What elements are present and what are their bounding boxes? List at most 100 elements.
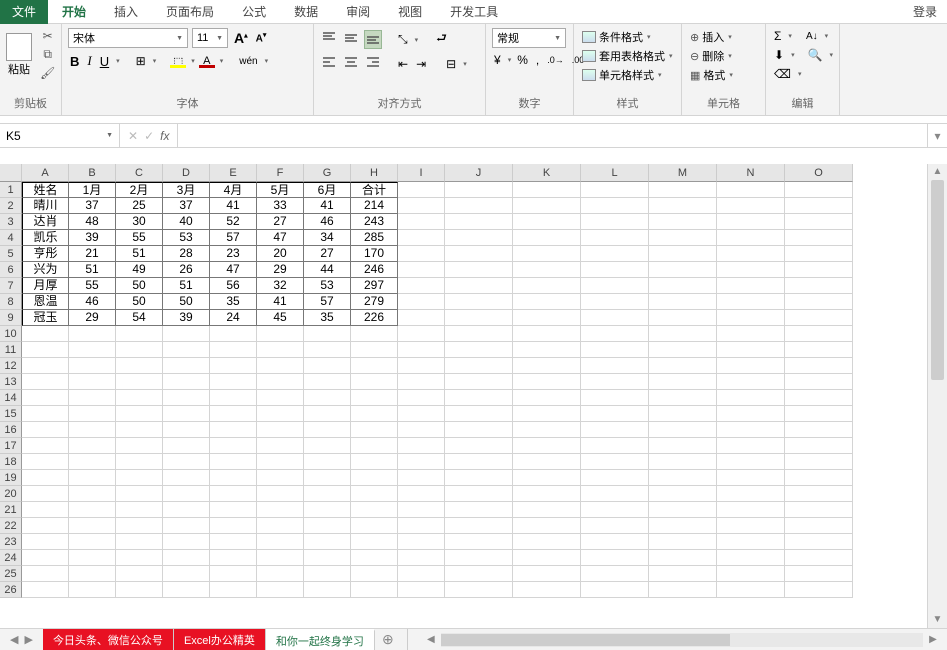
cell-F25[interactable] xyxy=(257,566,304,582)
cell-B13[interactable] xyxy=(69,374,116,390)
cell-L21[interactable] xyxy=(581,502,649,518)
cell-C9[interactable]: 54 xyxy=(116,310,163,326)
cell-N14[interactable] xyxy=(717,390,785,406)
cell-O17[interactable] xyxy=(785,438,853,454)
cell-I23[interactable] xyxy=(398,534,445,550)
cell-E25[interactable] xyxy=(210,566,257,582)
row-header-15[interactable]: 15 xyxy=(0,406,22,422)
cell-L19[interactable] xyxy=(581,470,649,486)
col-header-D[interactable]: D xyxy=(163,164,210,182)
cell-L10[interactable] xyxy=(581,326,649,342)
login-link[interactable]: 登录 xyxy=(903,0,947,24)
row-header-25[interactable]: 25 xyxy=(0,566,22,582)
cell-O23[interactable] xyxy=(785,534,853,550)
cell-O10[interactable] xyxy=(785,326,853,342)
cell-E21[interactable] xyxy=(210,502,257,518)
cell-E11[interactable] xyxy=(210,342,257,358)
cell-H21[interactable] xyxy=(351,502,398,518)
cell-D15[interactable] xyxy=(163,406,210,422)
cell-K15[interactable] xyxy=(513,406,581,422)
cell-B12[interactable] xyxy=(69,358,116,374)
orientation-button[interactable]: ⤡ xyxy=(396,31,410,48)
cell-N20[interactable] xyxy=(717,486,785,502)
cell-A26[interactable] xyxy=(22,582,69,598)
cell-D4[interactable]: 53 xyxy=(163,230,210,246)
cell-C2[interactable]: 25 xyxy=(116,198,163,214)
row-header-14[interactable]: 14 xyxy=(0,390,22,406)
cell-E5[interactable]: 23 xyxy=(210,246,257,262)
cell-A2[interactable]: 晴川 xyxy=(22,198,69,214)
row-header-21[interactable]: 21 xyxy=(0,502,22,518)
currency-button[interactable]: ¥ xyxy=(492,52,503,68)
cell-M15[interactable] xyxy=(649,406,717,422)
cell-L18[interactable] xyxy=(581,454,649,470)
ribbon-tab-5[interactable]: 审阅 xyxy=(332,0,384,24)
cell-N3[interactable] xyxy=(717,214,785,230)
cell-O19[interactable] xyxy=(785,470,853,486)
cell-I10[interactable] xyxy=(398,326,445,342)
cell-E4[interactable]: 57 xyxy=(210,230,257,246)
font-color-button[interactable]: A xyxy=(199,54,215,68)
cell-B20[interactable] xyxy=(69,486,116,502)
cell-E24[interactable] xyxy=(210,550,257,566)
row-header-24[interactable]: 24 xyxy=(0,550,22,566)
cell-I22[interactable] xyxy=(398,518,445,534)
scroll-down-button[interactable]: ▼ xyxy=(928,612,947,628)
cell-O26[interactable] xyxy=(785,582,853,598)
cell-I9[interactable] xyxy=(398,310,445,326)
cell-H22[interactable] xyxy=(351,518,398,534)
cell-C24[interactable] xyxy=(116,550,163,566)
cell-J12[interactable] xyxy=(445,358,513,374)
cell-D14[interactable] xyxy=(163,390,210,406)
cell-H5[interactable]: 170 xyxy=(351,246,398,262)
cell-F18[interactable] xyxy=(257,454,304,470)
file-tab[interactable]: 文件 xyxy=(0,0,48,24)
align-middle-button[interactable] xyxy=(342,31,360,48)
cell-L13[interactable] xyxy=(581,374,649,390)
cell-B16[interactable] xyxy=(69,422,116,438)
cell-H19[interactable] xyxy=(351,470,398,486)
cell-B22[interactable] xyxy=(69,518,116,534)
cell-B3[interactable]: 48 xyxy=(69,214,116,230)
ribbon-tab-4[interactable]: 数据 xyxy=(280,0,332,24)
cell-A13[interactable] xyxy=(22,374,69,390)
cell-N13[interactable] xyxy=(717,374,785,390)
cell-K2[interactable] xyxy=(513,198,581,214)
col-header-N[interactable]: N xyxy=(717,164,785,182)
vertical-scrollbar[interactable]: ▲ ▼ xyxy=(927,164,947,628)
cell-C14[interactable] xyxy=(116,390,163,406)
cell-B8[interactable]: 46 xyxy=(69,294,116,310)
cell-B19[interactable] xyxy=(69,470,116,486)
cell-L20[interactable] xyxy=(581,486,649,502)
cell-E26[interactable] xyxy=(210,582,257,598)
cell-F13[interactable] xyxy=(257,374,304,390)
cell-L6[interactable] xyxy=(581,262,649,278)
cell-B4[interactable]: 39 xyxy=(69,230,116,246)
cell-E22[interactable] xyxy=(210,518,257,534)
cell-G25[interactable] xyxy=(304,566,351,582)
merge-button[interactable]: ⊟ xyxy=(444,56,458,72)
col-header-C[interactable]: C xyxy=(116,164,163,182)
cell-M14[interactable] xyxy=(649,390,717,406)
cell-N23[interactable] xyxy=(717,534,785,550)
col-header-G[interactable]: G xyxy=(304,164,351,182)
cell-F5[interactable]: 20 xyxy=(257,246,304,262)
cell-C20[interactable] xyxy=(116,486,163,502)
cell-G16[interactable] xyxy=(304,422,351,438)
row-header-7[interactable]: 7 xyxy=(0,278,22,294)
cell-G19[interactable] xyxy=(304,470,351,486)
cell-N12[interactable] xyxy=(717,358,785,374)
cell-O4[interactable] xyxy=(785,230,853,246)
ribbon-tab-0[interactable]: 开始 xyxy=(48,0,100,24)
cell-G6[interactable]: 44 xyxy=(304,262,351,278)
cell-A1[interactable]: 姓名 xyxy=(22,182,69,198)
cell-K23[interactable] xyxy=(513,534,581,550)
cell-F26[interactable] xyxy=(257,582,304,598)
autosum-button[interactable]: Σ xyxy=(772,28,783,44)
align-bottom-button[interactable] xyxy=(364,30,382,49)
col-header-M[interactable]: M xyxy=(649,164,717,182)
cell-L8[interactable] xyxy=(581,294,649,310)
cell-I1[interactable] xyxy=(398,182,445,198)
cell-H26[interactable] xyxy=(351,582,398,598)
cell-D7[interactable]: 51 xyxy=(163,278,210,294)
